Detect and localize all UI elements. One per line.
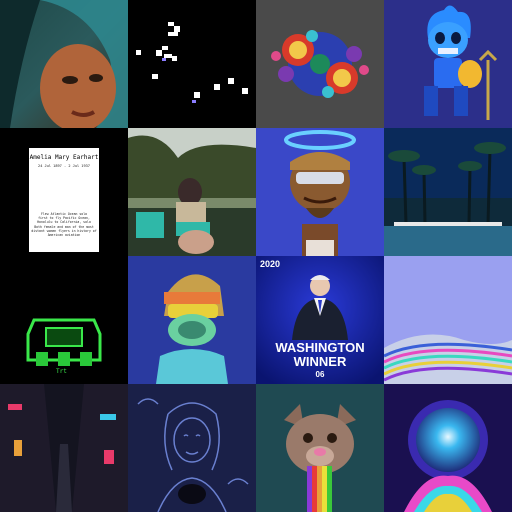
tile-neon-alley[interactable] (0, 384, 128, 512)
pitbull-rainbow-image (256, 384, 384, 512)
portrait-painting-image (0, 0, 128, 128)
tile-pitbull-rainbow[interactable] (256, 384, 384, 512)
pixel-sprites-image (128, 0, 256, 128)
washington-line2: WINNER (293, 354, 347, 369)
tile-line-art-woman[interactable] (128, 384, 256, 512)
green-neon-mech-image (0, 256, 128, 384)
tile-green-neon-mech[interactable]: Trt (0, 256, 128, 384)
tile-haloed-character[interactable] (256, 128, 384, 256)
tile-fractal-art[interactable] (256, 0, 384, 128)
cosmic-astronaut-image (384, 384, 512, 512)
blue-skull-character-image (384, 0, 512, 128)
washington-year: 2020 (260, 259, 281, 269)
earhart-description: Flew Atlantic Ocean solo first to fly Pa… (31, 212, 97, 238)
washington-number: 06 (315, 370, 325, 379)
haloed-character-image (256, 128, 384, 256)
neon-alley-image (0, 384, 128, 512)
tile-washington-winner[interactable]: 2020 WASHINGTON WINNER 06 (256, 256, 384, 384)
tile-photo-woman-garden[interactable] (128, 128, 256, 256)
tile-palm-pool-night[interactable] (384, 128, 512, 256)
photo-woman-garden-image (128, 128, 256, 256)
mech-label: Trt (56, 368, 67, 375)
palm-pool-night-image (384, 128, 512, 256)
masked-figure-image (128, 256, 256, 384)
earhart-name: Amelia Mary Earhart (29, 154, 99, 161)
earhart-dates: 24 Jul 1897 - 2 Jul 1937 (38, 164, 90, 168)
tile-blue-skull-character[interactable] (384, 0, 512, 128)
tile-earhart-memorial-card[interactable]: Amelia Mary Earhart 24 Jul 1897 - 2 Jul … (0, 128, 128, 256)
washington-line1: WASHINGTON (275, 340, 365, 355)
tile-portrait-painting[interactable] (0, 0, 128, 128)
tile-masked-figure[interactable] (128, 256, 256, 384)
line-art-woman-image (128, 384, 256, 512)
tile-cosmic-astronaut[interactable] (384, 384, 512, 512)
tile-lavender-wave[interactable] (384, 256, 512, 384)
tile-pixel-sprites[interactable] (128, 0, 256, 128)
lavender-wave-image (384, 256, 512, 384)
fractal-art-image (256, 0, 384, 128)
nft-gallery-grid: Amelia Mary Earhart 24 Jul 1897 - 2 Jul … (0, 0, 512, 512)
